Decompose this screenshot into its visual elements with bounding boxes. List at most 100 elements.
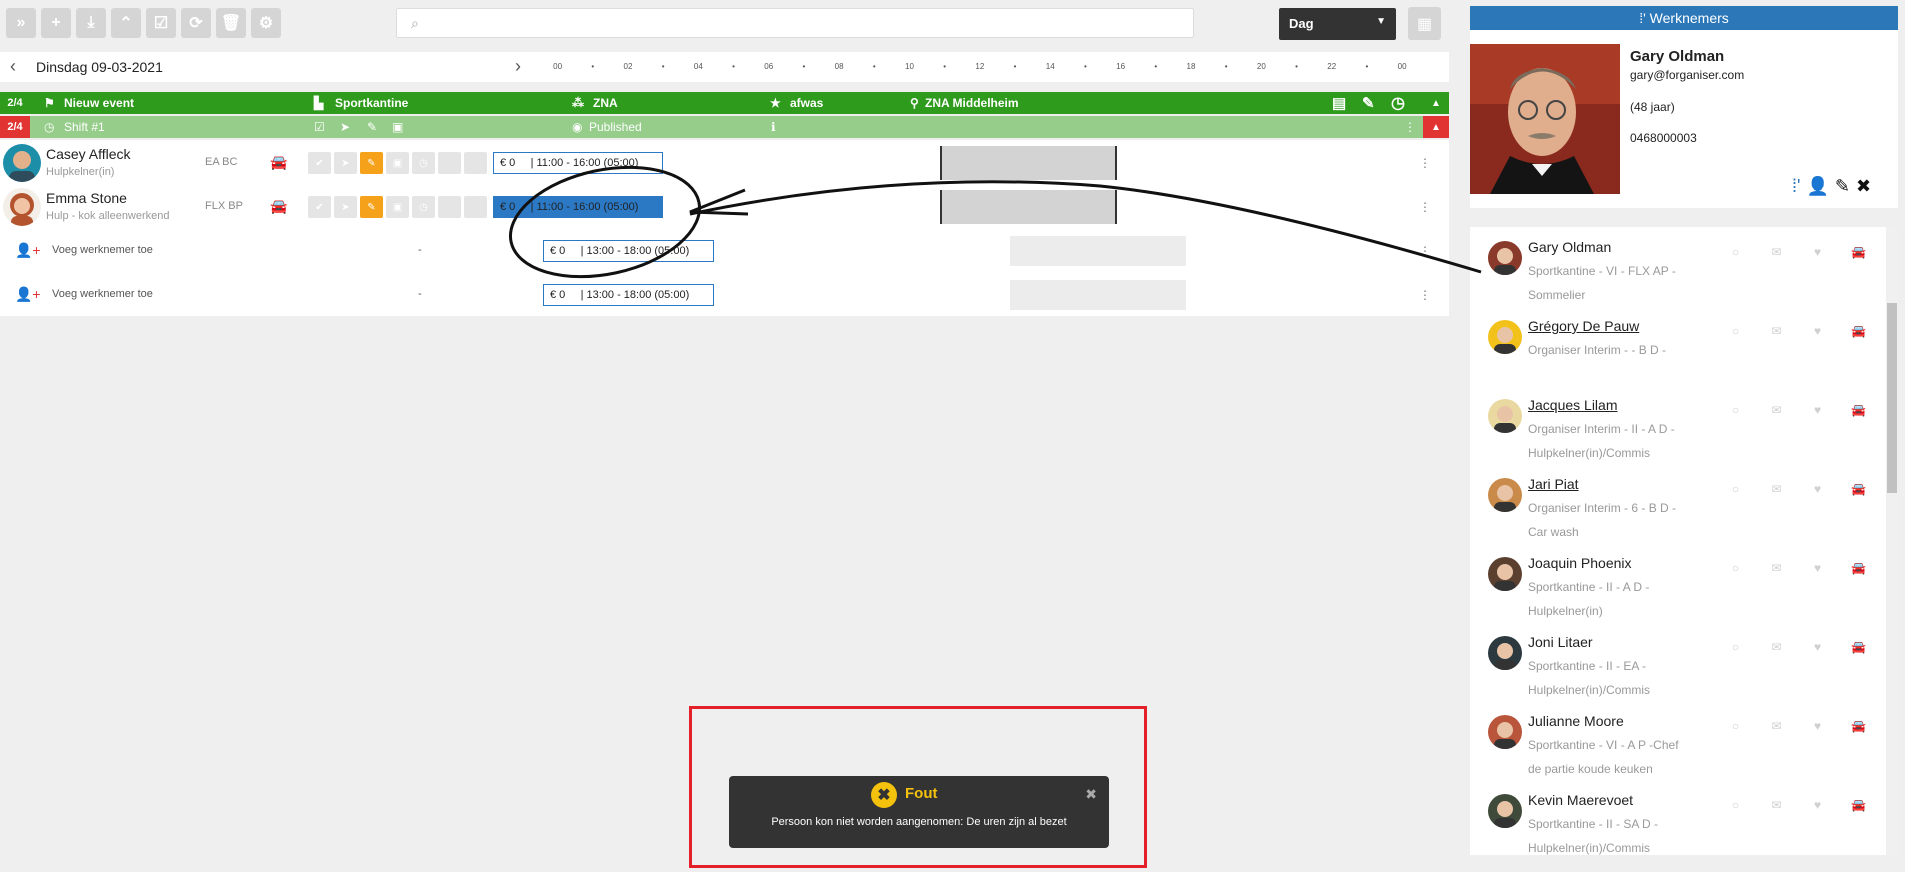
car-icon[interactable]: 🚘 — [1838, 640, 1879, 654]
heart-icon[interactable]: ♥ — [1797, 403, 1838, 417]
employee-list-name[interactable]: Joni Litaer — [1528, 634, 1593, 650]
envelope-icon[interactable]: ✉ — [1756, 403, 1797, 417]
add-employee-link[interactable]: Voeg werknemer toe — [52, 244, 153, 256]
employee-list-name[interactable]: Gary Oldman — [1528, 239, 1611, 255]
check-icon[interactable]: ✔ — [308, 196, 331, 218]
pencil-icon[interactable]: ✎ — [1362, 94, 1375, 112]
employee-list-item[interactable]: Grégory De Pauw Organiser Interim - - B D… — [1470, 314, 1888, 393]
blank-button[interactable] — [438, 152, 461, 174]
employee-list-item[interactable]: Jari Piat Organiser Interim - 6 - B D - C… — [1470, 472, 1888, 551]
employee-list-item[interactable]: Kevin Maerevoet Sportkantine - II - SA D … — [1470, 788, 1888, 855]
add-user-icon[interactable]: 👤+ — [15, 242, 41, 259]
pencil-icon[interactable]: ✎ — [360, 152, 383, 174]
pencil-icon[interactable]: ✎ — [360, 196, 383, 218]
circle-icon[interactable]: ○ — [1715, 640, 1756, 654]
more-icon[interactable]: ⋮ — [1419, 244, 1431, 258]
car-icon[interactable]: 🚘 — [1838, 245, 1879, 259]
envelope-icon[interactable]: ✉ — [1756, 324, 1797, 338]
more-icon[interactable]: ⋮ — [1419, 200, 1431, 214]
envelope-icon[interactable]: ✉ — [1756, 482, 1797, 496]
expand-icon[interactable]: » — [6, 8, 36, 38]
employee-list-name[interactable]: Jacques Lilam — [1528, 397, 1618, 413]
circle-icon[interactable]: ○ — [1715, 719, 1756, 733]
add-icon[interactable]: + — [41, 8, 71, 38]
clock-icon[interactable]: ◷ — [1391, 93, 1405, 113]
time-slot[interactable]: € 0 | 13:00 - 18:00 (05:00) — [543, 240, 714, 262]
heart-icon[interactable]: ♥ — [1797, 798, 1838, 812]
circle-icon[interactable]: ○ — [1715, 798, 1756, 812]
gantt-bar[interactable] — [940, 146, 1117, 180]
clock-icon[interactable]: ◷ — [412, 196, 435, 218]
time-slot[interactable]: € 0 | 13:00 - 18:00 (05:00) — [543, 284, 714, 306]
contact-icon[interactable]: ▣ — [392, 120, 403, 134]
employee-list-item[interactable]: Gary Oldman Sportkantine - VI - FLX AP - … — [1470, 235, 1888, 314]
circle-icon[interactable]: ○ — [1715, 561, 1756, 575]
employee-list-name[interactable]: Julianne Moore — [1528, 713, 1624, 729]
employee-list-item[interactable]: Jacques Lilam Organiser Interim - II - A … — [1470, 393, 1888, 472]
clock-icon[interactable]: ◷ — [412, 152, 435, 174]
share-icon[interactable]: ⚙ — [251, 8, 281, 38]
collapse-shift-button[interactable]: ▲ — [1423, 116, 1449, 138]
view-select[interactable]: Dag ▼ — [1279, 8, 1396, 40]
gantt-bar[interactable] — [940, 190, 1117, 224]
time-slot[interactable]: € 0 | 11:00 - 16:00 (05:00) — [493, 152, 663, 174]
close-icon[interactable]: ✖ — [1085, 786, 1097, 803]
add-employee-link[interactable]: Voeg werknemer toe — [52, 288, 153, 300]
car-icon[interactable]: 🚘 — [1838, 798, 1879, 812]
employee-list-name[interactable]: Kevin Maerevoet — [1528, 792, 1633, 808]
close-icon[interactable]: ✖ — [1856, 176, 1871, 197]
employee-row[interactable]: Casey Affleck Hulpkelner(in) EA BC 🚘 ✔ ➤… — [0, 140, 1449, 184]
heart-icon[interactable]: ♥ — [1797, 482, 1838, 496]
time-slot-selected[interactable]: € 0 | 11:00 - 16:00 (05:00) — [493, 196, 663, 218]
send-icon[interactable]: ➤ — [334, 152, 357, 174]
profile-phone[interactable]: 0468000003 — [1630, 131, 1697, 145]
envelope-icon[interactable]: ✉ — [1756, 640, 1797, 654]
contact-icon[interactable]: ▣ — [386, 196, 409, 218]
more-icon[interactable]: ⋮ — [1419, 288, 1431, 302]
envelope-icon[interactable]: ✉ — [1756, 798, 1797, 812]
employee-list-name[interactable]: Joaquin Phoenix — [1528, 555, 1632, 571]
more-icon[interactable]: ⋮ — [1404, 120, 1416, 134]
chevron-left-icon[interactable]: ‹ — [10, 56, 16, 77]
heart-icon[interactable]: ♥ — [1797, 561, 1838, 575]
envelope-icon[interactable]: ✉ — [1756, 719, 1797, 733]
calendar-icon[interactable]: ▦ — [1408, 7, 1441, 40]
shift-row[interactable]: 2/4 ◷ Shift #1 ☑ ➤ ✎ ▣ ◉ Published ℹ ⋮ ▲ — [0, 116, 1449, 138]
employee-list-name[interactable]: Grégory De Pauw — [1528, 318, 1639, 334]
open-slot-row[interactable]: 👤+ Voeg werknemer toe - € 0 | 13:00 - 18… — [0, 272, 1449, 316]
pencil-icon[interactable]: ✎ — [1835, 176, 1850, 197]
car-icon[interactable]: 🚘 — [1838, 403, 1879, 417]
blank-button[interactable] — [464, 196, 487, 218]
add-user-icon[interactable]: 👤+ — [15, 286, 41, 303]
blank-button[interactable] — [438, 196, 461, 218]
send-icon[interactable]: ➤ — [340, 120, 350, 134]
car-icon[interactable]: 🚘 — [270, 198, 287, 215]
car-icon[interactable]: 🚘 — [270, 154, 287, 171]
circle-icon[interactable]: ○ — [1715, 324, 1756, 338]
contact-icon[interactable]: ▣ — [386, 152, 409, 174]
scrollbar[interactable] — [1886, 227, 1898, 855]
collapse-icon[interactable]: ⌃ — [111, 8, 141, 38]
open-slot-row[interactable]: 👤+ Voeg werknemer toe - € 0 | 13:00 - 18… — [0, 228, 1449, 272]
heart-icon[interactable]: ♥ — [1797, 640, 1838, 654]
comment-icon[interactable]: ▤ — [1332, 94, 1346, 112]
envelope-icon[interactable]: ✉ — [1756, 245, 1797, 259]
heart-icon[interactable]: ♥ — [1797, 719, 1838, 733]
scrollbar-thumb[interactable] — [1887, 303, 1897, 493]
calendar-check-icon[interactable]: ☑ — [146, 8, 176, 38]
circle-icon[interactable]: ○ — [1715, 403, 1756, 417]
employee-list-item[interactable]: Joni Litaer Sportkantine - II - EA - Hulp… — [1470, 630, 1888, 709]
user-icon[interactable]: 👤 — [1806, 176, 1828, 197]
employee-name[interactable]: Emma Stone — [46, 190, 127, 206]
event-row[interactable]: 2/4 ⚑ Nieuw event ▙ Sportkantine ⁂ ZNA ★… — [0, 92, 1449, 114]
employee-name[interactable]: Casey Affleck — [46, 146, 131, 162]
forganiser-icon[interactable]: ⁞' — [1792, 176, 1800, 197]
more-icon[interactable]: ⋮ — [1419, 156, 1431, 170]
collapse-event-button[interactable]: ▲ — [1423, 92, 1449, 114]
heart-icon[interactable]: ♥ — [1797, 324, 1838, 338]
pencil-icon[interactable]: ✎ — [367, 120, 377, 134]
employee-row[interactable]: Emma Stone Hulp - kok alleenwerkend FLX … — [0, 184, 1449, 228]
car-icon[interactable]: 🚘 — [1838, 324, 1879, 338]
chevron-right-icon[interactable]: › — [515, 56, 521, 77]
checkbox-icon[interactable]: ☑ — [314, 120, 325, 134]
